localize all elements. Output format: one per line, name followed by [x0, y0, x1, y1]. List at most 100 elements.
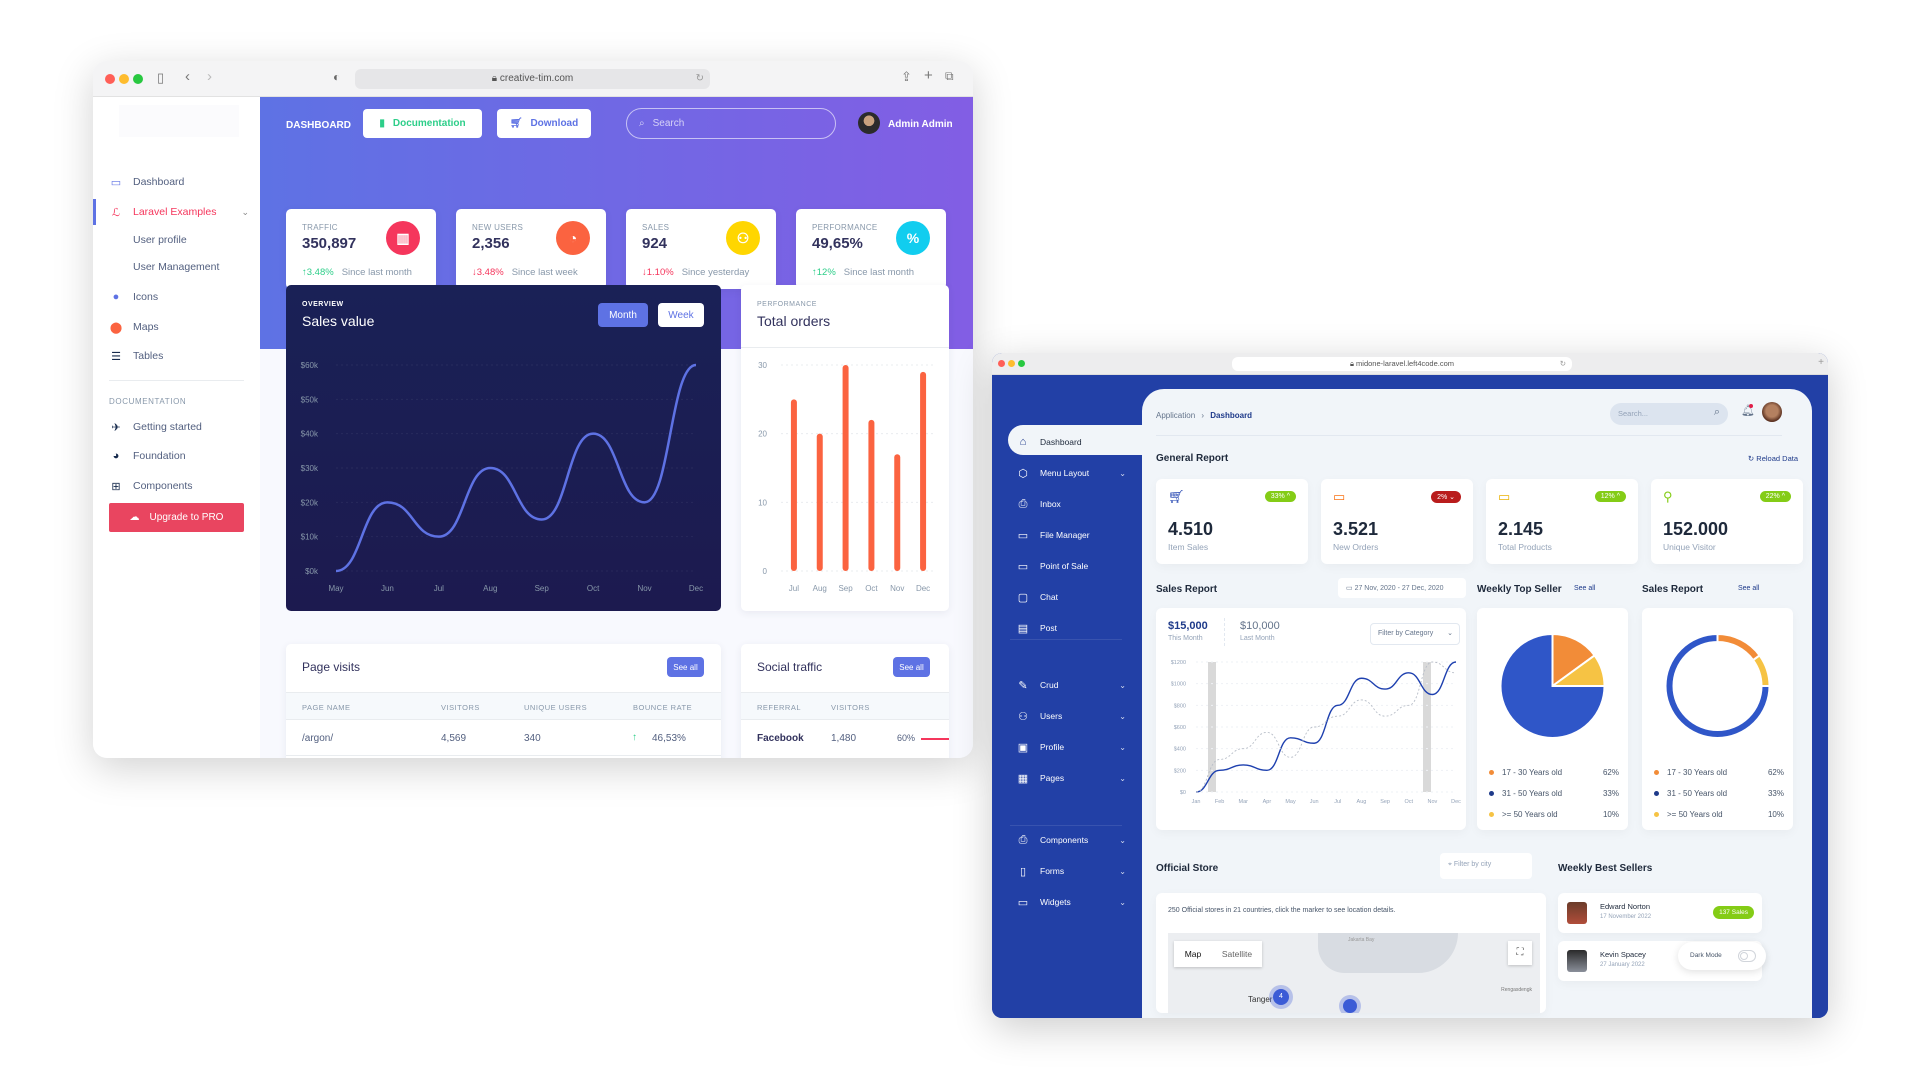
chevron-down-icon: ⌄ — [241, 206, 249, 217]
avatar[interactable] — [858, 112, 880, 134]
url-bar[interactable]: 🔒︎ creative-tim.com ↻ — [355, 69, 710, 89]
best-seller-item[interactable]: Edward Norton 17 November 2022 137 Sales — [1558, 893, 1762, 933]
nav-item-file-manager[interactable]: ▭ File Manager — [1016, 528, 1126, 542]
share-icon[interactable]: ⇪ — [901, 69, 912, 85]
nav-label: Widgets — [1040, 897, 1071, 907]
search-input[interactable]: ⌕ Search — [626, 108, 836, 139]
nav-item-inbox[interactable]: ⎙ Inbox — [1016, 497, 1126, 511]
sidebar-item-tables[interactable]: ☰ Tables — [109, 349, 163, 363]
see-all-link[interactable]: See all — [1738, 585, 1759, 592]
maximize-window-button[interactable] — [133, 74, 143, 84]
nav-item-forms[interactable]: ▯ Forms ⌄ — [1016, 864, 1126, 878]
nav-label: Crud — [1040, 680, 1059, 690]
sidebar-item-maps[interactable]: ⬤ Maps — [109, 320, 159, 334]
map-tab[interactable]: Map — [1174, 941, 1212, 967]
nav-item-users[interactable]: ⚇ Users ⌄ — [1016, 709, 1126, 723]
reload-data-button[interactable]: ↻ Reload Data — [1748, 454, 1798, 463]
argon-dashboard-window: ▯ ‹ › ◐ 🔒︎ creative-tim.com ↻ ⇪ + ⧉ ▭ Das… — [93, 61, 973, 758]
minimize-window-button[interactable] — [1008, 360, 1015, 367]
section-title: Weekly Top Seller — [1477, 584, 1562, 595]
nav-item-profile[interactable]: ▣ Profile ⌄ — [1016, 740, 1126, 754]
url-bar[interactable]: 🔒︎ midone-laravel.left4code.com ↻ — [1232, 357, 1572, 371]
nav-item-pages[interactable]: ▦ Pages ⌄ — [1016, 771, 1126, 785]
upgrade-to-pro-button[interactable]: ☁ Upgrade to PRO — [109, 503, 244, 532]
minimize-window-button[interactable] — [119, 74, 129, 84]
map-cluster-marker[interactable] — [1343, 999, 1357, 1013]
url-text: midone-laravel.left4code.com — [1356, 359, 1455, 368]
column-header: REFERRAL — [757, 703, 802, 712]
table-cell: 4,569 — [441, 733, 467, 744]
dark-mode-toggle[interactable] — [1738, 950, 1756, 962]
user-name[interactable]: Admin Admin — [888, 119, 953, 130]
reload-icon[interactable]: ↻ — [1560, 357, 1566, 371]
nav-label: Profile — [1040, 742, 1065, 752]
week-toggle-button[interactable]: Week — [658, 303, 704, 327]
close-window-button[interactable] — [105, 74, 115, 84]
documentation-button[interactable]: ▮ Documentation — [363, 109, 482, 138]
filter-label: Filter by Category — [1378, 630, 1434, 637]
sidebar-item-components[interactable]: ⊞ Components — [109, 479, 192, 493]
column-header: BOUNCE RATE — [633, 703, 693, 712]
stat-value: 2,356 — [472, 235, 510, 252]
sidebar-item-dashboard[interactable]: ▭ Dashboard — [109, 175, 185, 189]
download-button[interactable]: 🛒︎ Download — [497, 109, 591, 138]
stat-footer: ↑3.48% Since last month — [302, 267, 412, 278]
nav-item-point-of-sale[interactable]: ▭ Point of Sale — [1016, 559, 1126, 573]
stat-since: Since last month — [843, 267, 914, 278]
nav-item-components[interactable]: ⎙ Components ⌄ — [1016, 833, 1126, 847]
breadcrumb-parent[interactable]: Application — [1156, 411, 1195, 420]
nav-item-chat[interactable]: ▢ Chat — [1016, 590, 1126, 604]
divider — [1224, 618, 1225, 646]
cloud-upload-icon: ☁ — [129, 512, 140, 523]
sidebar-icon: ▯ — [1019, 865, 1027, 878]
sidebar-item-user-profile[interactable]: User profile — [133, 234, 187, 246]
nav-item-crud[interactable]: ✎ Crud ⌄ — [1016, 678, 1126, 692]
date-range-picker[interactable]: ▭ 27 Nov, 2020 - 27 Dec, 2020 — [1338, 578, 1466, 598]
nav-item-menu-layout[interactable]: ⬡ Menu Layout ⌄ — [1016, 466, 1126, 480]
dark-mode-switcher[interactable]: Dark Mode — [1678, 942, 1766, 970]
filter-by-city-input[interactable]: ⌖ Filter by city — [1440, 853, 1532, 879]
sidebar-toggle-icon[interactable]: ▯ — [157, 70, 164, 86]
nav-item-widgets[interactable]: ▭ Widgets ⌄ — [1016, 895, 1126, 909]
trend-badge: 33% ^ — [1264, 491, 1296, 502]
sidebar-item-laravel-examples[interactable]: ℒ Laravel Examples ⌄ — [109, 205, 249, 219]
chevron-down-icon: ⌄ — [1119, 835, 1126, 845]
shield-icon: ◐ — [333, 70, 341, 84]
y-tick-label: $50k — [301, 395, 319, 404]
sidebar-item-getting-started[interactable]: ✈ Getting started — [109, 420, 201, 434]
reload-icon[interactable]: ↻ — [696, 69, 704, 89]
see-all-link[interactable]: See all — [1574, 585, 1595, 592]
see-all-button[interactable]: See all — [893, 657, 930, 677]
badge-value: 2% — [1437, 494, 1448, 501]
maximize-window-button[interactable] — [1018, 360, 1025, 367]
chevron-down-icon: ⌄ — [1447, 494, 1455, 501]
back-icon[interactable]: ‹ — [185, 68, 190, 85]
map[interactable]: Jakarta Bay Map Satellite ⛶ Tanger 4 Ren… — [1168, 933, 1540, 1013]
month-toggle-button[interactable]: Month — [598, 303, 648, 327]
satellite-tab[interactable]: Satellite — [1212, 941, 1262, 967]
close-window-button[interactable] — [998, 360, 1005, 367]
stat-title: TRAFFIC — [302, 223, 338, 232]
sidebar-item-user-management[interactable]: User Management — [133, 261, 219, 273]
overline: OVERVIEW — [302, 301, 344, 308]
see-all-button[interactable]: See all — [667, 657, 704, 677]
map-cluster-marker[interactable]: 4 — [1273, 989, 1289, 1005]
new-tab-icon[interactable]: + — [924, 67, 933, 84]
search-input[interactable]: Search... ⌕ — [1610, 403, 1728, 425]
y-tick-label: $400 — [1174, 747, 1186, 753]
filter-by-category-select[interactable]: Filter by Category ⌄ — [1370, 623, 1460, 645]
tabs-overview-icon[interactable]: ⧉ — [945, 69, 954, 84]
y-tick-label: 20 — [758, 430, 767, 439]
sidebar-item-foundation[interactable]: ◕ Foundation — [109, 449, 186, 463]
stat-footer: ↑12% Since last month — [812, 267, 914, 278]
report-label: Item Sales — [1168, 542, 1209, 552]
nav-item-post[interactable]: ▤ Post — [1016, 621, 1126, 635]
new-tab-icon[interactable]: + — [1818, 357, 1824, 368]
sidebar-item-label: Tables — [133, 350, 164, 362]
sidebar-item-label: User Management — [133, 261, 220, 273]
nav-item-dashboard[interactable]: ⌂ Dashboard — [1016, 435, 1126, 449]
sidebar-item-icons[interactable]: ● Icons — [109, 290, 158, 304]
fullscreen-button[interactable]: ⛶ — [1508, 941, 1532, 965]
avatar[interactable] — [1762, 402, 1782, 422]
forward-icon[interactable]: › — [207, 68, 212, 85]
